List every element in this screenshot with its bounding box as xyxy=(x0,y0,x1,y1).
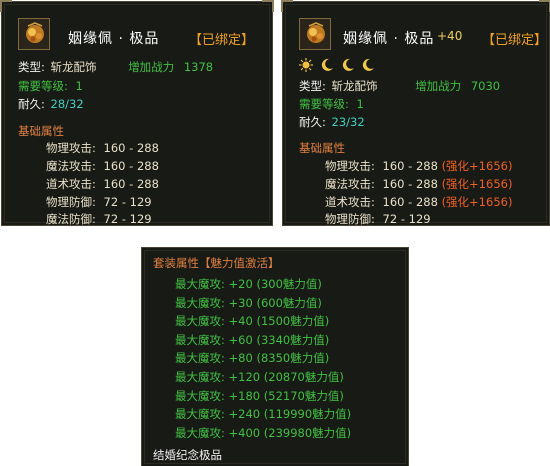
durability-label: 耐久: xyxy=(18,97,45,111)
durability-value: 28/32 xyxy=(50,97,84,111)
level-row: 需要等级: 1 xyxy=(299,96,364,112)
item-name: 姻缘佩 · 极品 xyxy=(68,31,160,47)
power-label: 增加战力 xyxy=(415,79,462,93)
power-value: 7030 xyxy=(470,79,501,93)
stat-row: 魔法攻击: 160 - 288 xyxy=(46,158,159,174)
level-value: 1 xyxy=(356,97,364,111)
level-row: 需要等级: 1 xyxy=(18,78,83,94)
stat-label: 道术攻击: xyxy=(325,195,375,209)
stat-row: 道术攻击: 160 - 288 xyxy=(46,176,159,192)
set-bonus-item: 最大魔攻: +20 (300魅力值) xyxy=(175,277,322,291)
frame-corner-ornament xyxy=(281,0,293,12)
stat-row: 道术攻击: 160 - 288 (强化+1656) xyxy=(325,194,512,210)
moon-icon xyxy=(320,58,334,75)
stat-enhance: (强化+1656) xyxy=(441,195,513,209)
frame-corner-ornament xyxy=(0,0,12,12)
stat-label: 物理防御: xyxy=(325,212,375,226)
stat-label: 魔法防御: xyxy=(46,212,96,226)
stat-value: 160 - 288 xyxy=(382,159,438,173)
set-bonus-item: 最大魔攻: +60 (3340魅力值) xyxy=(175,332,330,347)
stat-label: 魔法攻击: xyxy=(46,159,96,173)
stat-label: 魔法攻击: xyxy=(325,177,375,191)
sun-icon xyxy=(299,58,313,75)
stat-value: 72 - 129 xyxy=(103,212,152,226)
stat-row: 物理防御: 72 - 129 xyxy=(46,194,152,210)
level-label: 需要等级: xyxy=(18,79,68,93)
set-bonus-item: 最大魔攻: +240 (119990魅力值) xyxy=(175,407,352,422)
stat-row: 魔法攻击: 160 - 288 (强化+1656) xyxy=(325,176,512,192)
power-label: 增加战力 xyxy=(128,60,175,74)
frame-corner-ornament xyxy=(262,0,274,12)
set-bonus-list: 最大魔攻: +20 (300魅力值) 最大魔攻: +30 (600魅力值) 最大… xyxy=(175,275,351,442)
set-bonus-tooltip: 套装属性【魅力值激活】 最大魔攻: +20 (300魅力值) 最大魔攻: +30… xyxy=(141,247,409,466)
type-value: 斩龙配饰 xyxy=(50,60,97,74)
item-description: 结婚纪念极品 xyxy=(153,448,222,462)
star-rating xyxy=(299,58,378,72)
set-bonus-item: 最大魔攻: +30 (600魅力值) xyxy=(175,295,322,310)
stat-enhance: (强化+1656) xyxy=(441,177,513,191)
bound-status: 【已绑定】 xyxy=(189,33,255,48)
item-name: 姻缘佩 · 极品 xyxy=(343,31,435,47)
item-tooltip-right: 姻缘佩 · 极品 +40 【已绑定】 类型: 斩龙配饰 增加战力 7030 需要… xyxy=(281,0,550,227)
level-value: 1 xyxy=(75,79,83,93)
durability-row: 耐久: 28/32 xyxy=(18,96,84,112)
stat-row: 物理防御: 72 - 129 xyxy=(325,211,431,227)
stat-value: 72 - 129 xyxy=(103,195,152,209)
stat-value: 160 - 288 xyxy=(103,159,159,173)
stat-label: 物理防御: xyxy=(46,195,96,209)
type-value: 斩龙配饰 xyxy=(331,79,378,93)
stat-value: 160 - 288 xyxy=(103,177,159,191)
stat-label: 物理攻击: xyxy=(46,141,96,155)
pendant-item-icon xyxy=(18,18,50,50)
stat-row: 魔法防御: 72 - 129 xyxy=(46,211,152,227)
stat-label: 物理攻击: xyxy=(325,159,375,173)
level-label: 需要等级: xyxy=(299,97,349,111)
set-bonus-item: 最大魔攻: +180 (52170魅力值) xyxy=(175,388,344,403)
type-label: 类型: xyxy=(299,79,326,93)
bound-status: 【已绑定】 xyxy=(482,33,548,48)
moon-icon xyxy=(361,58,375,75)
stat-value: 160 - 288 xyxy=(382,177,438,191)
power-value: 1378 xyxy=(183,60,214,74)
stat-label: 道术攻击: xyxy=(46,177,96,191)
durability-row: 耐久: 23/32 xyxy=(299,114,365,130)
moon-icon xyxy=(341,58,355,75)
set-title: 套装属性【魅力值激活】 xyxy=(153,256,280,270)
item-tooltip-left: 姻缘佩 · 极品 【已绑定】 类型: 斩龙配饰 增加战力 1378 需要等级: … xyxy=(0,0,274,227)
stat-value: 160 - 288 xyxy=(382,195,438,209)
pendant-item-icon xyxy=(299,18,331,50)
frame-corner-ornament xyxy=(539,0,550,12)
type-row: 类型: 斩龙配饰 增加战力 7030 xyxy=(299,78,500,94)
durability-value: 23/32 xyxy=(331,115,365,129)
enhance-level: +40 xyxy=(437,29,463,43)
section-title: 基础属性 xyxy=(299,141,345,155)
stat-row: 物理攻击: 160 - 288 (强化+1656) xyxy=(325,158,512,174)
section-title: 基础属性 xyxy=(18,124,64,138)
set-bonus-item: 最大魔攻: +400 (239980魅力值) xyxy=(175,425,352,440)
type-label: 类型: xyxy=(18,60,45,74)
set-bonus-item: 最大魔攻: +80 (8350魅力值) xyxy=(175,351,330,366)
stat-enhance: (强化+1656) xyxy=(441,159,513,173)
set-bonus-item: 最大魔攻: +40 (1500魅力值) xyxy=(175,314,330,329)
stat-value: 72 - 129 xyxy=(382,212,431,226)
durability-label: 耐久: xyxy=(299,115,326,129)
set-bonus-item: 最大魔攻: +120 (20870魅力值) xyxy=(175,369,344,384)
stat-value: 160 - 288 xyxy=(103,141,159,155)
stat-row: 物理攻击: 160 - 288 xyxy=(46,140,159,156)
type-row: 类型: 斩龙配饰 增加战力 1378 xyxy=(18,59,213,75)
